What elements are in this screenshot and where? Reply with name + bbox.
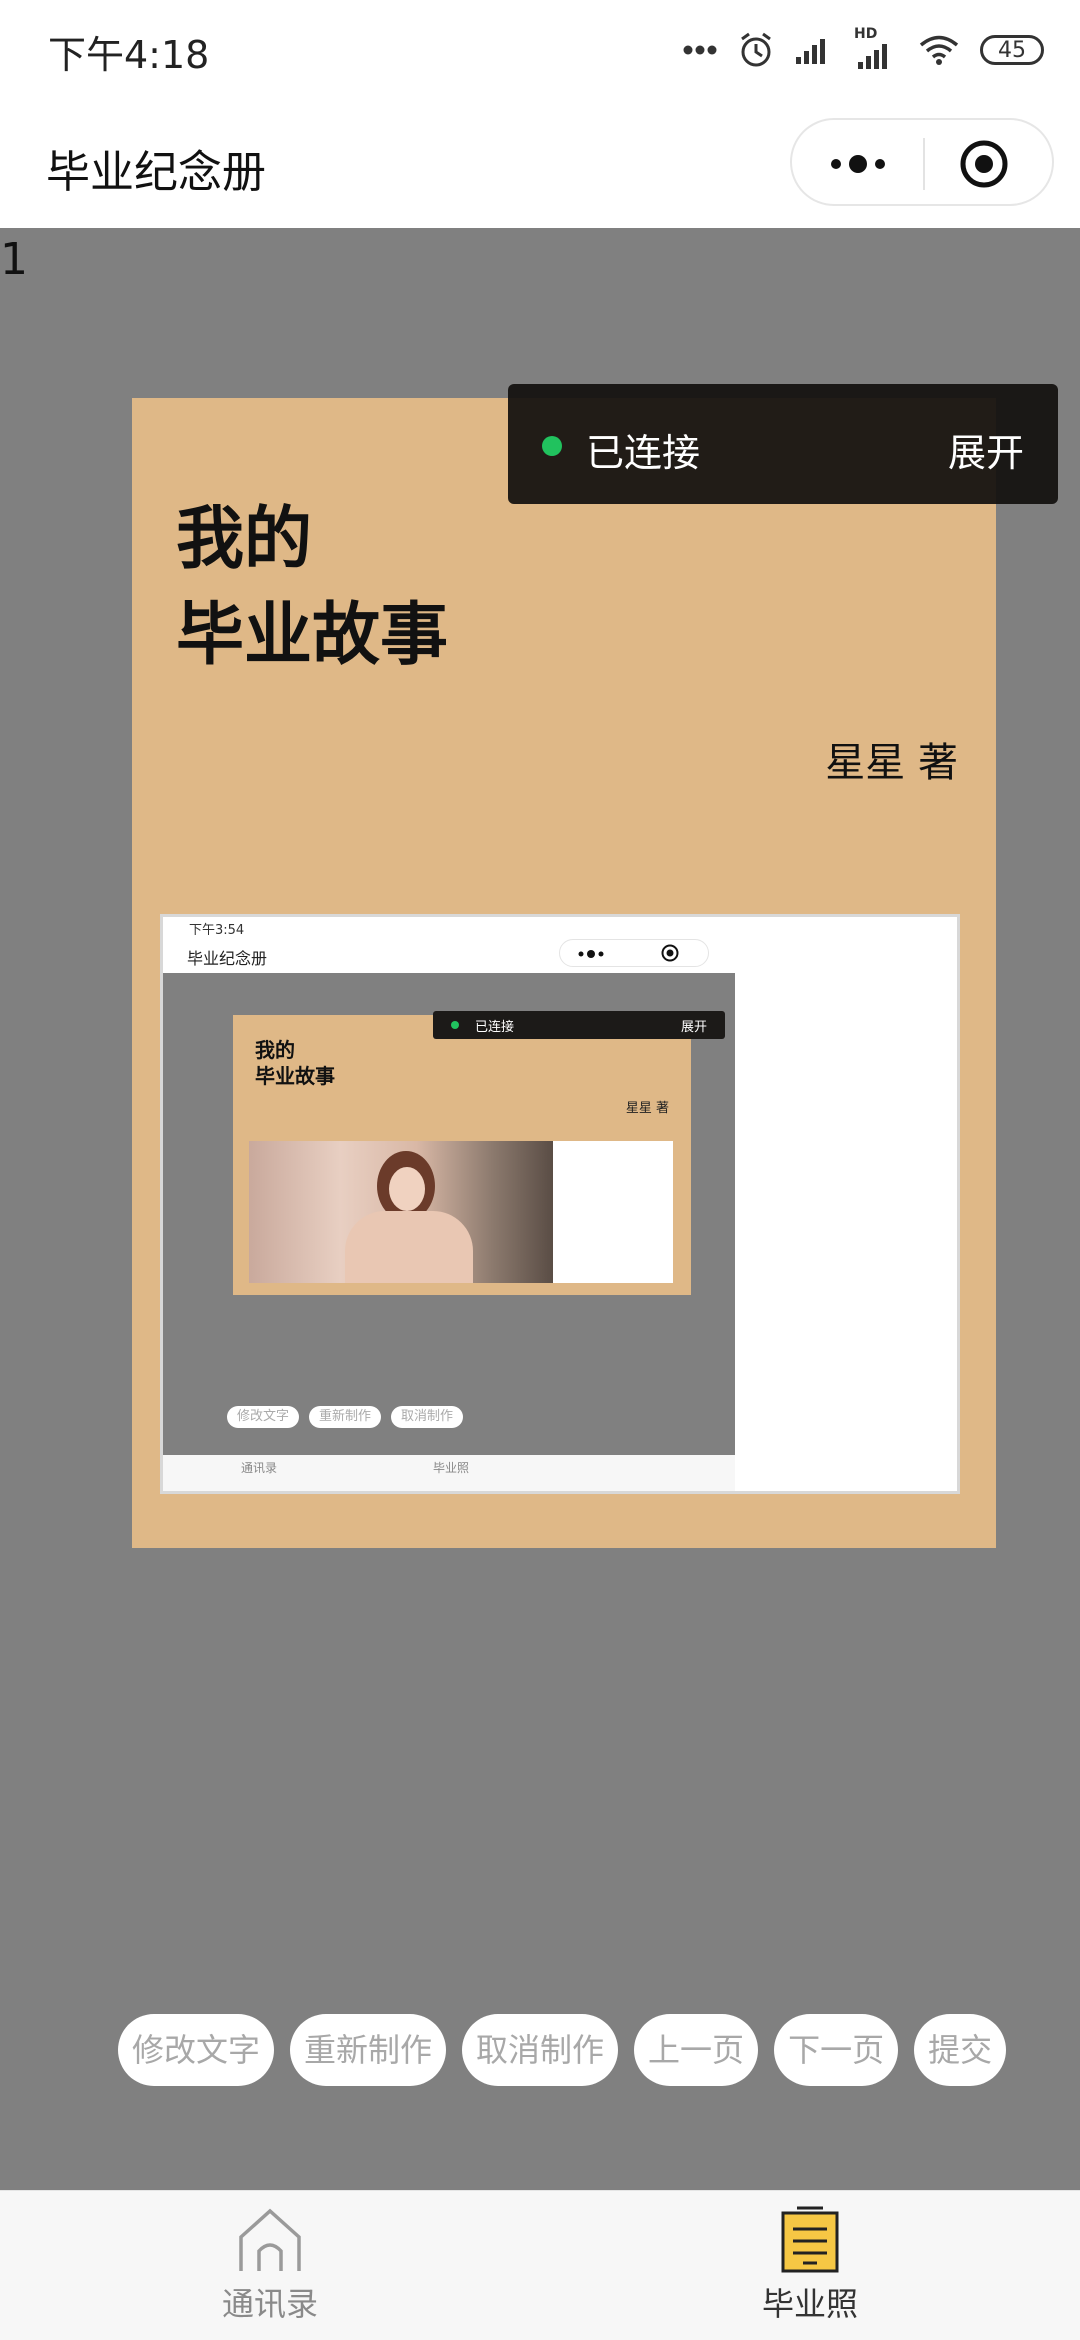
book-title-line1: 我的: [176, 500, 313, 579]
alarm-clock-icon: [741, 32, 771, 67]
nested-screenshot: 下午3:54 毕业纪念册 我的 毕业故事 星星 著 已连接 展开 修改文字 重新…: [163, 917, 735, 1491]
mini-action-chip: 修改文字: [227, 1406, 300, 1428]
book-title-line2: 毕业故事: [176, 596, 449, 675]
remake-button[interactable]: 重新制作: [290, 2014, 447, 2086]
status-bar: 下午4:18 HD 45: [0, 0, 1080, 100]
nav-bar: 毕业纪念册: [0, 100, 1080, 228]
action-row: 修改文字 重新制作 取消制作 上一页 下一页 提交: [118, 2014, 1007, 2086]
status-time: 下午4:18: [48, 33, 210, 77]
mini-program-capsule: [790, 118, 1054, 206]
mini-close-icon: [661, 944, 679, 962]
mini-connection-toast: 已连接 展开: [433, 1011, 725, 1039]
tab-contacts[interactable]: 通讯录: [170, 2205, 370, 2325]
wifi-icon: [919, 35, 959, 65]
mini-capsule: [559, 939, 709, 967]
mini-cover-photo: [249, 1141, 673, 1283]
mini-action-chip: 取消制作: [391, 1406, 464, 1428]
document-icon: [781, 2206, 839, 2273]
mini-more-icon: [578, 950, 604, 958]
mini-page-title: 毕业纪念册: [187, 949, 268, 968]
signal-icon: [796, 39, 825, 64]
mini-tab-photo: 毕业照: [432, 1461, 469, 1475]
portrait-body: [345, 1211, 473, 1283]
status-icons: HD 45: [682, 26, 1044, 74]
tab-contacts-label: 通讯录: [221, 2285, 318, 2323]
mini-tab-bar: 通讯录 毕业照: [163, 1455, 735, 1491]
more-dots-icon: [683, 45, 717, 55]
mini-book-title: 我的 毕业故事: [255, 1037, 335, 1089]
cancel-making-button[interactable]: 取消制作: [462, 2014, 619, 2086]
mini-nav-bar: 毕业纪念册: [163, 935, 735, 973]
expand-button[interactable]: 展开: [948, 422, 1024, 477]
more-menu-icon[interactable]: [826, 140, 890, 188]
mini-action-chip: 重新制作: [309, 1406, 382, 1428]
book-author: 星星 著: [825, 740, 958, 786]
mini-book-author: 星星 著: [625, 1101, 669, 1116]
capsule-divider: [923, 138, 925, 190]
house-icon: [239, 2208, 301, 2271]
mini-book-title-line2: 毕业故事: [255, 1064, 335, 1088]
portrait-face: [389, 1167, 425, 1211]
connected-dot-icon: [542, 436, 562, 456]
cover-photo[interactable]: 下午3:54 毕业纪念册 我的 毕业故事 星星 著 已连接 展开 修改文字 重新…: [160, 914, 960, 1494]
connection-status: 已连接: [586, 431, 701, 475]
mini-book-cover: 我的 毕业故事 星星 著: [233, 1015, 691, 1295]
mini-action-row: 修改文字 重新制作 取消制作: [227, 1406, 464, 1428]
battery-level: 45: [998, 37, 1026, 63]
mini-toast-status: 已连接: [475, 1020, 515, 1035]
next-page-button[interactable]: 下一页: [774, 2014, 899, 2086]
book-cover[interactable]: 我的 毕业故事 星星 著 下午3:54 毕业纪念册 我的 毕业故事 星星 著 已…: [132, 398, 996, 1548]
tab-graduation-photo[interactable]: 毕业照: [710, 2205, 910, 2325]
connection-toast[interactable]: 已连接 展开: [508, 384, 1058, 504]
tab-graduation-photo-label: 毕业照: [761, 2285, 858, 2323]
mini-canvas: 我的 毕业故事 星星 著 已连接 展开 修改文字 重新制作 取消制作: [163, 973, 735, 1455]
edit-text-button[interactable]: 修改文字: [118, 2014, 275, 2086]
mini-book-title-line1: 我的: [255, 1038, 295, 1062]
page-number: 1: [0, 234, 28, 285]
hd-signal-group: HD: [854, 26, 898, 70]
battery-indicator: 45: [980, 35, 1044, 65]
mini-toast-expand: 展开: [680, 1020, 707, 1035]
mini-status-bar: 下午3:54: [163, 917, 735, 938]
editor-canvas: 1 我的 毕业故事 星星 著 下午3:54 毕业纪念册 我的 毕业故事 星星 著…: [0, 228, 1080, 2190]
bottom-tab-bar: 通讯录 毕业照: [0, 2190, 1080, 2340]
portrait-photo: [249, 1141, 553, 1283]
mini-tab-contacts: 通讯录: [240, 1461, 277, 1475]
mini-connected-dot-icon: [451, 1021, 459, 1029]
previous-page-button[interactable]: 上一页: [634, 2014, 759, 2086]
signal-icon-2: [858, 44, 887, 69]
page-title: 毕业纪念册: [46, 147, 266, 198]
submit-button[interactable]: 提交: [914, 2014, 1007, 2086]
book-title: 我的 毕业故事: [176, 492, 448, 684]
close-miniprogram-icon[interactable]: [958, 138, 1010, 190]
